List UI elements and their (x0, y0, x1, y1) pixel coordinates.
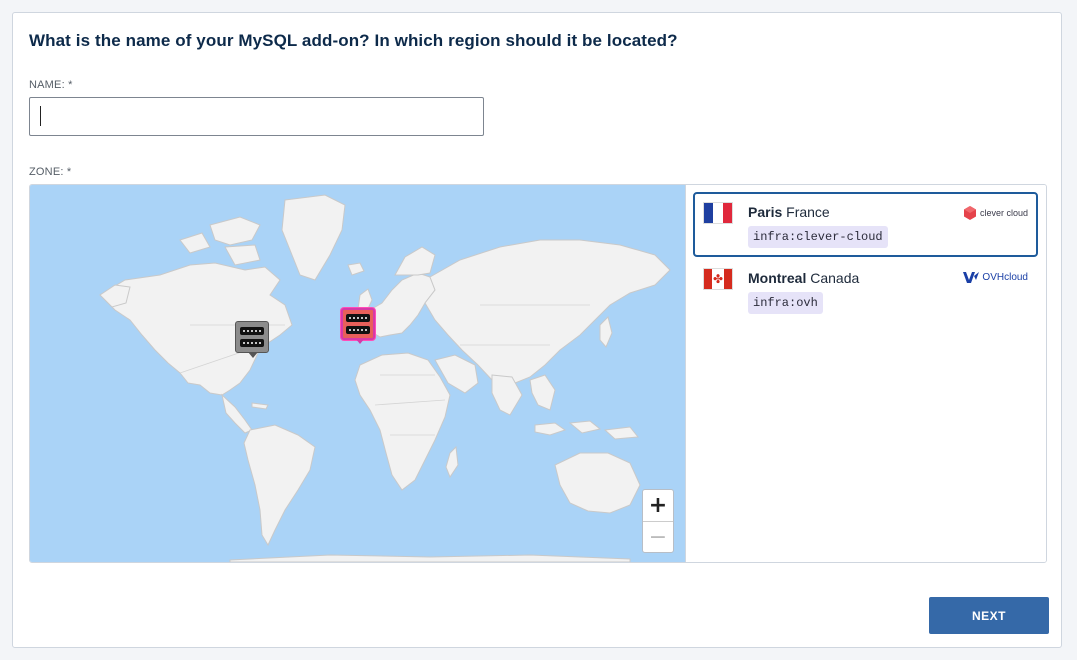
provider-logo: OVHcloud (963, 272, 1028, 283)
name-label: NAME: * (29, 79, 73, 91)
zone-city: Paris (748, 204, 783, 220)
provider-name: OVHcloud (982, 272, 1028, 283)
zone-item-paris[interactable]: Paris France infra:clever-cloud clever c… (693, 192, 1038, 257)
canada-flag-icon: ✤ (703, 268, 733, 290)
server-icon (346, 314, 370, 322)
zone-name: Montreal Canada (748, 270, 859, 286)
zone-name: Paris France (748, 204, 830, 220)
clever-cloud-logo-icon (963, 206, 976, 220)
montreal-map-marker[interactable] (235, 321, 269, 358)
zoom-in-button[interactable]: + (643, 490, 673, 521)
name-input[interactable] (29, 97, 484, 136)
zone-item-montreal[interactable]: ✤ Montreal Canada infra:ovh OVHcloud (693, 258, 1038, 323)
world-map[interactable]: + − (30, 185, 686, 562)
zone-tag: infra:clever-cloud (748, 226, 888, 248)
zone-label: ZONE: * (29, 166, 72, 178)
zone-list: Paris France infra:clever-cloud clever c… (687, 185, 1046, 562)
zone-picker: + − Paris France infra:clever-cloud clev… (29, 184, 1047, 563)
world-map-land (99, 194, 671, 562)
page-title: What is the name of your MySQL add-on? I… (29, 31, 678, 50)
zone-country: France (786, 204, 830, 220)
zoom-out-button[interactable]: − (643, 521, 673, 552)
zone-city: Montreal (748, 270, 807, 286)
provider-logo: clever cloud (963, 206, 1028, 220)
france-flag-icon (703, 202, 733, 224)
text-caret (40, 106, 41, 126)
ovhcloud-logo-icon (963, 272, 980, 283)
server-icon (346, 326, 370, 334)
next-button[interactable]: NEXT (929, 597, 1049, 634)
zone-tag: infra:ovh (748, 292, 823, 314)
server-icon (240, 339, 264, 347)
map-zoom-control: + − (642, 489, 674, 553)
zone-country: Canada (810, 270, 860, 286)
provider-name: clever cloud (979, 208, 1028, 218)
paris-map-marker[interactable] (341, 308, 375, 344)
addon-form-card: What is the name of your MySQL add-on? I… (12, 12, 1062, 648)
server-icon (240, 327, 264, 335)
